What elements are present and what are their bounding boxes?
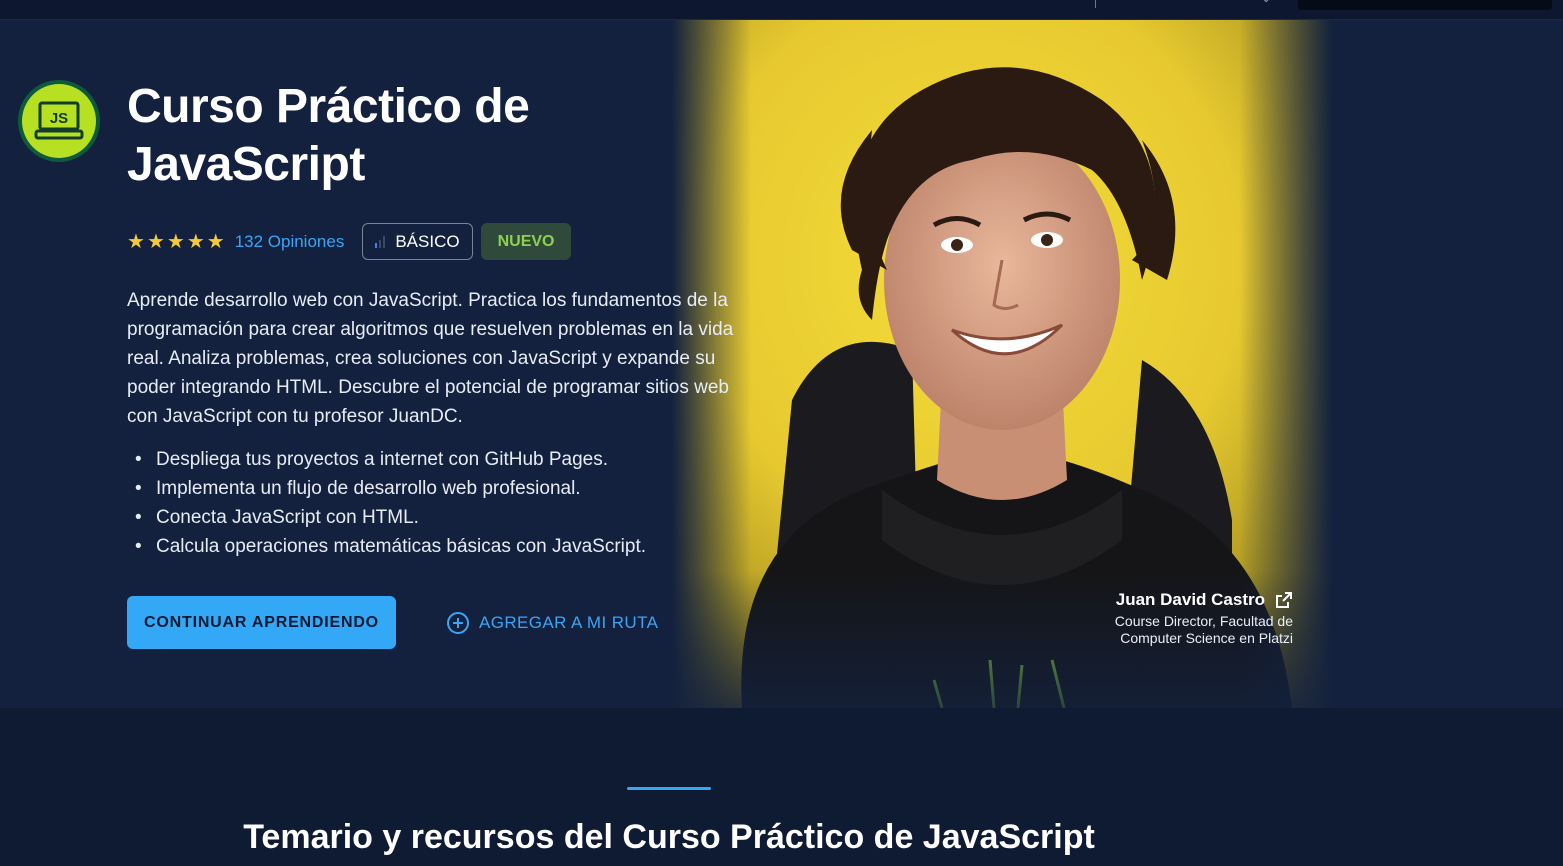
list-item: Conecta JavaScript con HTML. (135, 503, 755, 532)
reviews-link[interactable]: 132 Opiniones (235, 232, 345, 252)
teacher-caption: Juan David Castro Course Director, Facul… (1073, 590, 1293, 647)
level-badge: BÁSICO (362, 223, 473, 260)
section-accent-line (627, 787, 711, 790)
navbar-divider (1095, 0, 1096, 8)
course-highlights: Despliega tus proyectos a internet con G… (135, 445, 755, 561)
list-item: Despliega tus proyectos a internet con G… (135, 445, 755, 474)
external-link-icon (1276, 592, 1292, 608)
star-icon: ★ (166, 230, 185, 253)
course-hero: JS Curso Práctico de JavaScript ★ ★ ★ ★ … (0, 20, 1563, 708)
search-input[interactable] (1298, 0, 1552, 10)
add-to-route-label: AGREGAR A MI RUTA (479, 613, 659, 632)
teacher-name: Juan David Castro (1115, 590, 1265, 609)
list-item: Implementa un flujo de desarrollo web pr… (135, 474, 755, 503)
teacher-name-link[interactable]: Juan David Castro (1073, 590, 1293, 610)
level-label: BÁSICO (395, 231, 460, 251)
course-description: Aprende desarrollo web con JavaScript. P… (127, 290, 734, 427)
new-badge: NUEVO (480, 223, 572, 260)
teacher-role: Course Director, Facultad de Computer Sc… (1114, 613, 1293, 646)
laptop-js-icon: JS (34, 101, 84, 140)
level-bars-icon (375, 235, 386, 248)
star-icon: ★ (186, 230, 205, 253)
course-title: Curso Práctico de JavaScript (127, 80, 530, 191)
course-meta: ★ ★ ★ ★ ★ 132 Opiniones BÁSICO NUEVO (127, 223, 572, 260)
star-icon: ★ (206, 230, 225, 253)
star-icon: ★ (146, 230, 165, 253)
plus-circle-icon (447, 612, 469, 634)
list-item: Calcula operaciones matemáticas básicas … (135, 532, 755, 561)
chevron-down-icon[interactable]: ⌄ (1262, 0, 1272, 5)
svg-text:JS: JS (50, 110, 68, 127)
add-to-route-button[interactable]: AGREGAR A MI RUTA (446, 610, 658, 636)
rating-stars: ★ ★ ★ ★ ★ (127, 232, 225, 252)
top-navbar: ⌄ (0, 0, 1563, 20)
course-badge-icon: JS (18, 80, 100, 162)
star-icon: ★ (127, 230, 145, 253)
continue-learning-button[interactable]: CONTINUAR APRENDIENDO (127, 596, 396, 649)
syllabus-title: Temario y recursos del Curso Práctico de… (243, 818, 1095, 856)
